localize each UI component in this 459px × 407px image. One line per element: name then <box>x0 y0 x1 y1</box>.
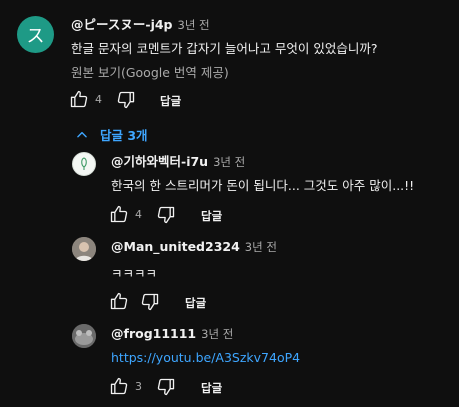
like-button[interactable] <box>109 291 129 311</box>
like-button[interactable] <box>109 204 129 224</box>
author-name[interactable]: @ピースヌー-j4p <box>71 17 173 32</box>
like-count: 4 <box>95 93 102 106</box>
thumbs-down-icon <box>157 206 175 224</box>
reply-author-name[interactable]: @frog11111 <box>111 326 196 341</box>
comment-author[interactable]: @ピースヌー-j4p 3년 전 <box>71 14 210 33</box>
replies-toggle[interactable]: 답글 3개 <box>75 125 148 144</box>
reply-avatar[interactable] <box>72 152 96 176</box>
dislike-button[interactable] <box>156 205 176 225</box>
thumbs-up-icon <box>70 90 88 108</box>
reply-avatar[interactable] <box>72 324 96 348</box>
reply-author[interactable]: @기하와벡터-i7u 3년 전 <box>111 151 245 170</box>
replies-toggle-label[interactable]: 답글 3개 <box>100 125 148 144</box>
like-button[interactable] <box>69 89 89 109</box>
chevron-up-icon <box>77 131 87 137</box>
translate-link[interactable]: 원본 보기(Google 번역 제공) <box>71 62 229 81</box>
avatar[interactable]: ス <box>17 16 54 53</box>
comment-text: 한글 문자의 코멘트가 갑자기 늘어나고 무엇이 있었습니까? <box>71 41 378 56</box>
thumbs-up-icon <box>110 377 128 395</box>
comment-time[interactable]: 3년 전 <box>178 18 210 32</box>
avatar-letter: ス <box>26 25 45 47</box>
thumbs-up-icon <box>110 205 128 223</box>
reply-button[interactable]: 답글 <box>160 93 181 109</box>
thumbs-down-icon <box>157 378 175 396</box>
reply-time[interactable]: 3년 전 <box>213 155 245 169</box>
reply-text: 한국의 한 스트리머가 돈이 됩니다... 그것도 아주 많이...!! <box>111 178 415 193</box>
drawing-avatar-icon <box>81 157 87 170</box>
reply-button[interactable]: 답글 <box>185 295 206 311</box>
person-avatar-icon <box>72 237 96 261</box>
reply-author-name[interactable]: @Man_united2324 <box>111 239 240 254</box>
reply-time[interactable]: 3년 전 <box>201 327 233 341</box>
dislike-button[interactable] <box>116 90 136 110</box>
reply-author[interactable]: @Man_united2324 3년 전 <box>111 239 277 255</box>
reply-text: ㅋㅋㅋㅋ <box>111 266 158 281</box>
reply-button[interactable]: 답글 <box>201 208 222 224</box>
like-count: 4 <box>135 208 142 221</box>
like-button[interactable] <box>109 376 129 396</box>
frog-avatar-icon <box>72 324 96 348</box>
reply-author-name[interactable]: @기하와벡터-i7u <box>111 154 208 169</box>
reply-time[interactable]: 3년 전 <box>245 240 277 254</box>
reply-author[interactable]: @frog11111 3년 전 <box>111 326 233 342</box>
like-count: 3 <box>135 380 142 393</box>
reply-avatar[interactable] <box>72 237 96 261</box>
reply-button[interactable]: 답글 <box>201 380 222 396</box>
thumbs-down-icon <box>117 91 135 109</box>
dislike-button[interactable] <box>140 292 160 312</box>
dislike-button[interactable] <box>156 377 176 397</box>
reply-link[interactable]: https://youtu.be/A3Szkv74oP4 <box>111 350 300 365</box>
thumbs-down-icon <box>141 293 159 311</box>
thumbs-up-icon <box>110 292 128 310</box>
